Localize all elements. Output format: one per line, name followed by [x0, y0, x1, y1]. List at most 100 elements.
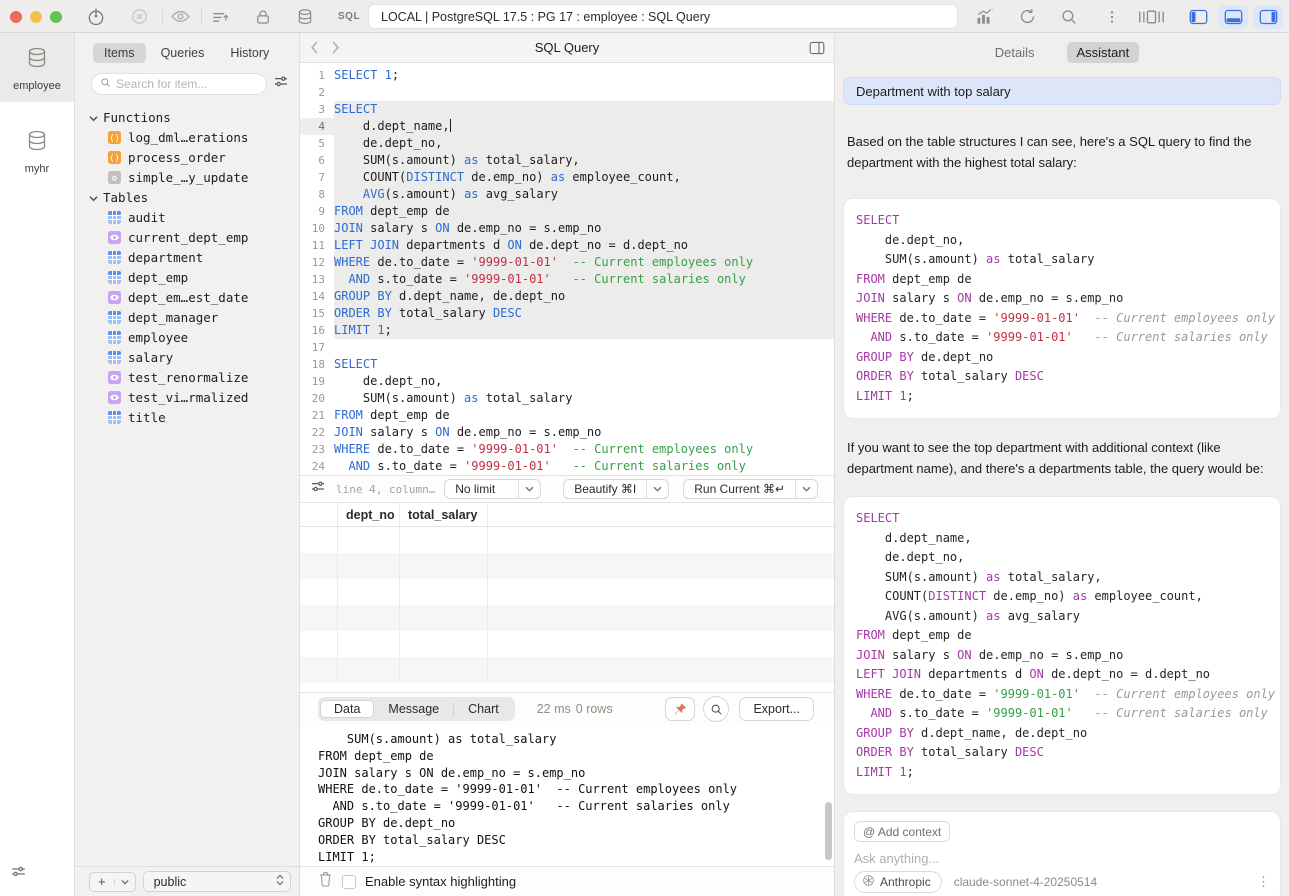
sidebar-search[interactable]: [91, 73, 267, 95]
editor-line-22[interactable]: 22JOIN salary s ON de.emp_no = s.emp_no: [300, 424, 834, 441]
editor-line-2[interactable]: 2: [300, 84, 834, 101]
editor-line-16[interactable]: 16LIMIT 1;: [300, 322, 834, 339]
refresh-icon[interactable]: [1018, 7, 1037, 26]
assistant-code-block-2[interactable]: SELECT d.dept_name, de.dept_no, SUM(s.am…: [843, 496, 1281, 795]
pin-result-button[interactable]: [665, 697, 695, 721]
editor-line-19[interactable]: 19 de.dept_no,: [300, 373, 834, 390]
editor-line-9[interactable]: 9FROM dept_emp de: [300, 203, 834, 220]
sidebar-tab-queries[interactable]: Queries: [150, 43, 216, 63]
table-row[interactable]: [300, 527, 834, 553]
message-panel[interactable]: SUM(s.amount) as total_salary FROM dept_…: [300, 725, 834, 866]
editor-line-8[interactable]: 8 AVG(s.amount) as avg_salary: [300, 186, 834, 203]
editor-line-7[interactable]: 7 COUNT(DISTINCT de.emp_no) as employee_…: [300, 169, 834, 186]
add-item-dropdown[interactable]: [114, 879, 135, 885]
editor-line-15[interactable]: 15ORDER BY total_salary DESC: [300, 305, 834, 322]
trash-icon[interactable]: [318, 871, 333, 892]
table-row[interactable]: [300, 553, 834, 579]
editor-line-1[interactable]: 1SELECT 1;: [300, 67, 834, 84]
add-context-button[interactable]: @ Add context: [854, 821, 950, 842]
editor-line-18[interactable]: 18SELECT: [300, 356, 834, 373]
chart-icon[interactable]: [975, 7, 995, 27]
sidebar-tab-items[interactable]: Items: [93, 43, 146, 63]
message-scrollbar[interactable]: [825, 802, 832, 860]
assistant-input-card[interactable]: @ Add context Ask anything... Anthropic …: [843, 811, 1281, 896]
database-icon[interactable]: [296, 8, 314, 26]
table-row[interactable]: [300, 657, 834, 683]
tree-item-dept-em-est-date[interactable]: dept_em…est_date: [75, 287, 299, 307]
connection-plug-icon[interactable]: [86, 7, 106, 27]
commit-list-icon[interactable]: [210, 7, 230, 27]
search-results-button[interactable]: [703, 696, 729, 722]
editor-line-12[interactable]: 12WHERE de.to_date = '9999-01-01' -- Cur…: [300, 254, 834, 271]
tree-item-current-dept-emp[interactable]: current_dept_emp: [75, 227, 299, 247]
tree-item-employee[interactable]: employee: [75, 327, 299, 347]
plus-icon[interactable]: +: [90, 874, 114, 889]
tab-assistant[interactable]: Assistant: [1067, 42, 1140, 63]
limit-dropdown[interactable]: No limit: [444, 479, 541, 499]
tree-group-tables[interactable]: Tables: [75, 187, 299, 207]
editor-line-17[interactable]: 17: [300, 339, 834, 356]
column-header-dept-no[interactable]: dept_no: [338, 503, 400, 526]
minimize-window-button[interactable]: [30, 11, 42, 23]
syntax-highlighting-checkbox[interactable]: [342, 875, 356, 889]
ask-input-placeholder[interactable]: Ask anything...: [854, 851, 1270, 866]
preview-eye-icon[interactable]: [170, 6, 191, 27]
lock-icon[interactable]: [254, 8, 272, 26]
sql-editor[interactable]: 1SELECT 1;23SELECT4 d.dept_name,5 de.dep…: [300, 63, 834, 475]
sidebar-tab-history[interactable]: History: [219, 43, 280, 63]
search-icon[interactable]: [1060, 8, 1078, 26]
editor-line-23[interactable]: 23WHERE de.to_date = '9999-01-01' -- Cur…: [300, 441, 834, 458]
tree-item-test-renormalize[interactable]: test_renormalize: [75, 367, 299, 387]
assistant-code-block-1[interactable]: SELECT de.dept_no, SUM(s.amount) as tota…: [843, 198, 1281, 419]
table-row[interactable]: [300, 579, 834, 605]
tree-item-process-order[interactable]: ()process_order: [75, 147, 299, 167]
editor-line-21[interactable]: 21FROM dept_emp de: [300, 407, 834, 424]
provider-chip[interactable]: Anthropic: [854, 871, 942, 893]
editor-settings-sliders-icon[interactable]: [310, 479, 326, 500]
editor-line-13[interactable]: 13 AND s.to_date = '9999-01-01' -- Curre…: [300, 271, 834, 288]
conversation-title-banner[interactable]: Department with top salary: [843, 77, 1281, 105]
column-header-total-salary[interactable]: total_salary: [400, 503, 488, 526]
schema-select[interactable]: public: [143, 871, 291, 892]
editor-line-14[interactable]: 14GROUP BY d.dept_name, de.dept_no: [300, 288, 834, 305]
tab-data[interactable]: Data: [320, 700, 374, 718]
center-panels-icon[interactable]: [1138, 8, 1165, 26]
editor-line-10[interactable]: 10JOIN salary s ON de.emp_no = s.emp_no: [300, 220, 834, 237]
close-window-button[interactable]: [10, 11, 22, 23]
run-current-button[interactable]: Run Current ⌘↵: [683, 479, 818, 499]
tree-item-audit[interactable]: audit: [75, 207, 299, 227]
connection-item-employee[interactable]: employee: [0, 33, 74, 102]
tab-details[interactable]: Details: [985, 42, 1045, 63]
editor-line-20[interactable]: 20 SUM(s.amount) as total_salary: [300, 390, 834, 407]
tree-item-dept-manager[interactable]: dept_manager: [75, 307, 299, 327]
tree-group-functions[interactable]: Functions: [75, 107, 299, 127]
filter-sliders-icon[interactable]: [273, 74, 289, 95]
connection-title[interactable]: LOCAL | PostgreSQL 17.5 : PG 17 : employ…: [368, 4, 958, 29]
tree-item-dept-emp[interactable]: dept_emp: [75, 267, 299, 287]
editor-line-24[interactable]: 24 AND s.to_date = '9999-01-01' -- Curre…: [300, 458, 834, 475]
tab-message[interactable]: Message: [374, 700, 453, 718]
tree-item-title[interactable]: title: [75, 407, 299, 427]
tab-chart[interactable]: Chart: [454, 700, 513, 718]
editor-line-5[interactable]: 5 de.dept_no,: [300, 135, 834, 152]
tree-item-salary[interactable]: salary: [75, 347, 299, 367]
editor-line-4[interactable]: 4 d.dept_name,: [300, 118, 834, 135]
results-grid[interactable]: dept_no total_salary: [300, 503, 834, 692]
export-button[interactable]: Export...: [739, 697, 814, 721]
table-row[interactable]: [300, 605, 834, 631]
rail-settings-sliders-icon[interactable]: [10, 864, 27, 886]
connection-item-myhr[interactable]: myhr: [0, 116, 74, 185]
add-item-button[interactable]: +: [89, 872, 136, 892]
table-row[interactable]: [300, 631, 834, 657]
stop-query-icon[interactable]: [130, 7, 149, 26]
editor-line-6[interactable]: 6 SUM(s.amount) as total_salary,: [300, 152, 834, 169]
editor-line-11[interactable]: 11LEFT JOIN departments d ON de.dept_no …: [300, 237, 834, 254]
tree-item-department[interactable]: department: [75, 247, 299, 267]
toggle-left-panel-icon[interactable]: [1183, 5, 1213, 29]
editor-line-3[interactable]: 3SELECT: [300, 101, 834, 118]
tree-item-simple-y-update[interactable]: ⚙simple_…y_update: [75, 167, 299, 187]
zoom-window-button[interactable]: [50, 11, 62, 23]
model-kebab-menu[interactable]: ⋮: [1257, 874, 1270, 890]
sidebar-search-input[interactable]: [116, 77, 258, 91]
toggle-right-panel-icon[interactable]: [1253, 5, 1283, 29]
